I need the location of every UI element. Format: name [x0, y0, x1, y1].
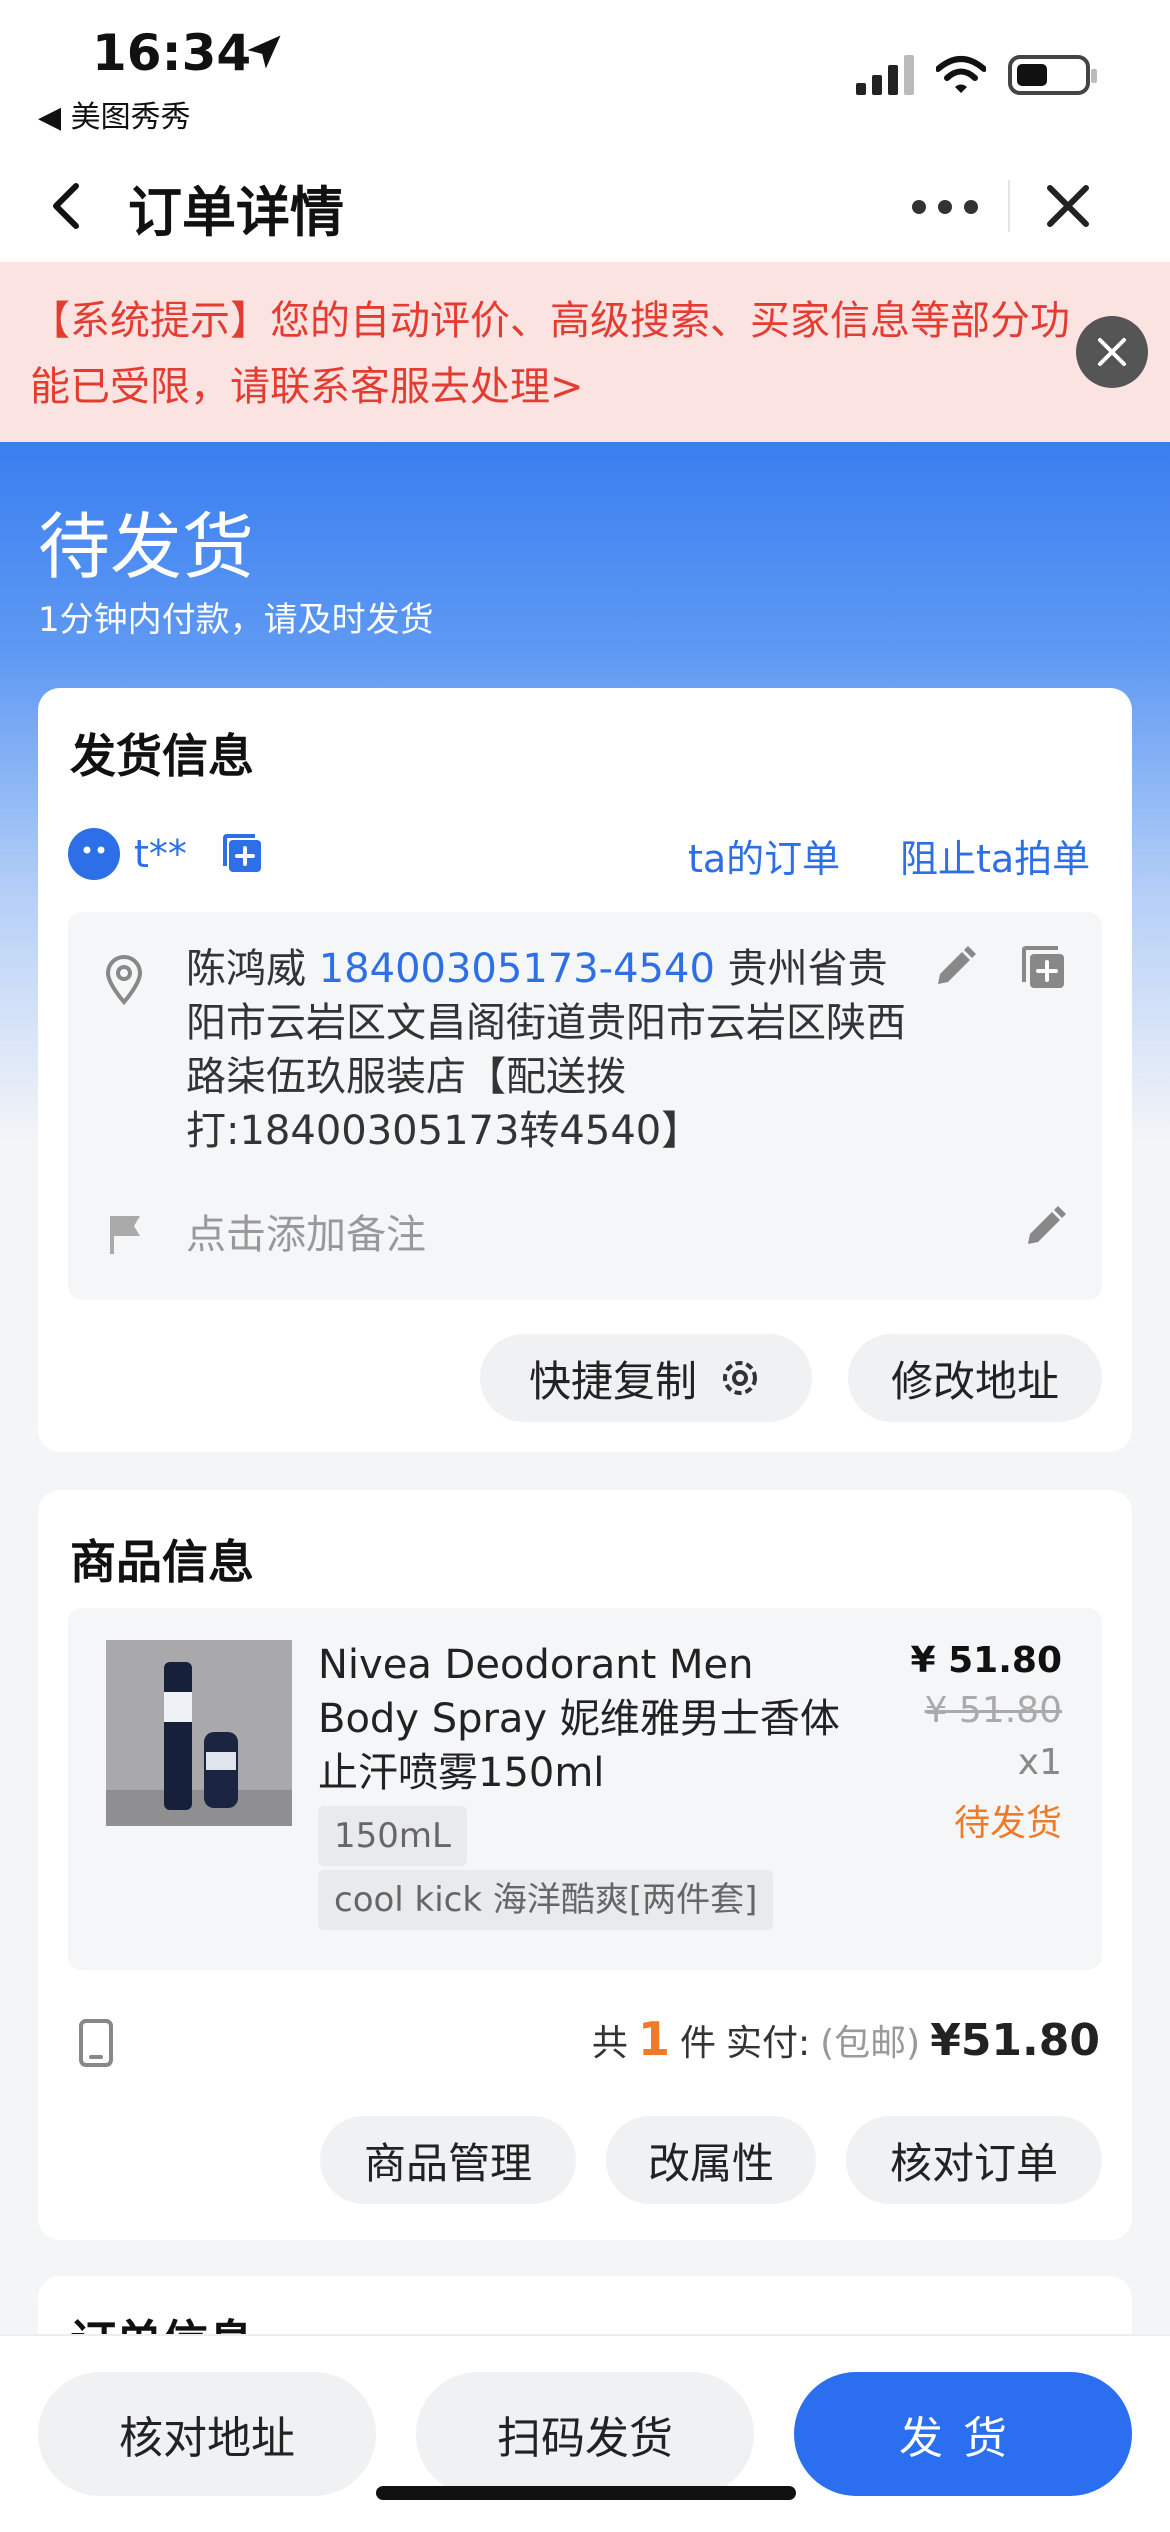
order-total: 共 1 件 实付: (包邮) ¥51.80 [592, 2012, 1100, 2066]
location-arrow-icon [247, 35, 281, 69]
bottom-action-bar: 核对地址 扫码发货 发货 [0, 2334, 1170, 2532]
verify-order-button[interactable]: 核对订单 [846, 2116, 1102, 2204]
copy-buyer-icon[interactable] [219, 830, 267, 878]
item-status: 待发货 [953, 1803, 1062, 1844]
spec-tag-size: 150mL [318, 1806, 467, 1866]
manage-goods-button[interactable]: 商品管理 [320, 2116, 576, 2204]
shipping-note: (包邮) [820, 2023, 921, 2064]
order-status-title: 待发货 [38, 505, 255, 589]
back-chevron-icon[interactable] [46, 180, 86, 232]
close-icon[interactable] [1042, 180, 1094, 232]
recipient-name: 陈鸿威 [186, 946, 306, 992]
recipient-address: 陈鸿威 18400305173-4540 贵州省贵阳市云岩区文昌阁街道贵阳市云岩… [186, 942, 906, 1158]
total-unit: 件 [679, 2023, 716, 2064]
goods-item[interactable]: Nivea Deodorant Men Body Spray 妮维雅男士香体止汗… [68, 1608, 1102, 1970]
edit-address-icon[interactable] [928, 942, 980, 994]
buyer-avatar-icon [68, 828, 120, 880]
wifi-icon [936, 56, 986, 93]
edit-note-icon[interactable] [1018, 1202, 1070, 1254]
notice-close-icon[interactable] [1076, 316, 1148, 388]
settings-gear-icon[interactable] [717, 1355, 763, 1401]
original-price: ¥ 51.80 [924, 1690, 1062, 1731]
ship-button[interactable]: 发货 [794, 2372, 1132, 2496]
back-to-app-link[interactable]: ◀ 美图秀秀 [38, 92, 191, 136]
unit-price: ¥ 51.80 [910, 1640, 1062, 1681]
mobile-device-icon [79, 2019, 113, 2067]
nav-divider [1008, 180, 1010, 232]
nav-bar: 订单详情 [0, 150, 1170, 262]
paid-label: 实付: [725, 2023, 811, 2064]
scan-ship-button[interactable]: 扫码发货 [416, 2372, 754, 2496]
order-status-subtitle: 1分钟内付款，请及时发货 [38, 600, 434, 640]
shipping-info-card: 发货信息 t** ta的订单 阻止ta拍单 陈鸿威 18400305173-45… [38, 688, 1132, 1452]
total-count: 1 [637, 2012, 670, 2066]
copy-address-icon[interactable] [1018, 942, 1070, 994]
edit-attributes-button[interactable]: 改属性 [606, 2116, 816, 2204]
more-options-icon[interactable] [912, 200, 978, 214]
add-note-placeholder[interactable]: 点击添加备注 [186, 1202, 426, 1260]
quantity: x1 [1017, 1742, 1062, 1783]
ta-orders-link[interactable]: ta的订单 [688, 828, 840, 883]
verify-address-button[interactable]: 核对地址 [38, 2372, 376, 2496]
status-bar: 16:34 ◀ 美图秀秀 [0, 0, 1170, 150]
battery-icon [1008, 55, 1097, 95]
spec-tag-variant: cool kick 海洋酷爽[两件套] [318, 1870, 774, 1930]
buyer-name[interactable]: t** [134, 832, 187, 876]
total-prefix: 共 [591, 2023, 628, 2064]
block-ta-link[interactable]: 阻止ta拍单 [900, 828, 1090, 883]
quick-copy-label: 快捷复制 [528, 1356, 697, 1406]
edit-address-button[interactable]: 修改地址 [848, 1334, 1102, 1422]
paid-amount: ¥51.80 [930, 2015, 1100, 2066]
shipping-info-title: 发货信息 [70, 729, 254, 783]
product-image[interactable] [106, 1640, 292, 1826]
home-indicator[interactable] [376, 2486, 796, 2500]
system-notice[interactable]: 【系统提示】您的自动评价、高级搜索、买家信息等部分功能已受限，请联系客服去处理> [0, 262, 1170, 442]
status-time: 16:34 [92, 24, 252, 82]
system-notice-text[interactable]: 【系统提示】您的自动评价、高级搜索、买家信息等部分功能已受限，请联系客服去处理> [30, 288, 1070, 420]
buyer-row: t** [68, 828, 267, 880]
goods-info-title: 商品信息 [70, 1535, 254, 1589]
quick-copy-button[interactable]: 快捷复制 [480, 1334, 812, 1422]
status-icons [856, 55, 1097, 95]
page-title: 订单详情 [128, 181, 344, 244]
note-flag-icon [110, 1216, 140, 1254]
goods-info-card: 商品信息 Nivea Deodorant Men Body Spray 妮维雅男… [38, 1490, 1132, 2240]
address-box: 陈鸿威 18400305173-4540 贵州省贵阳市云岩区文昌阁街道贵阳市云岩… [68, 912, 1102, 1300]
recipient-phone[interactable]: 18400305173-4540 [319, 946, 715, 992]
location-pin-icon [105, 955, 143, 1006]
product-name[interactable]: Nivea Deodorant Men Body Spray 妮维雅男士香体止汗… [318, 1638, 858, 1800]
cellular-signal-icon [856, 55, 914, 95]
